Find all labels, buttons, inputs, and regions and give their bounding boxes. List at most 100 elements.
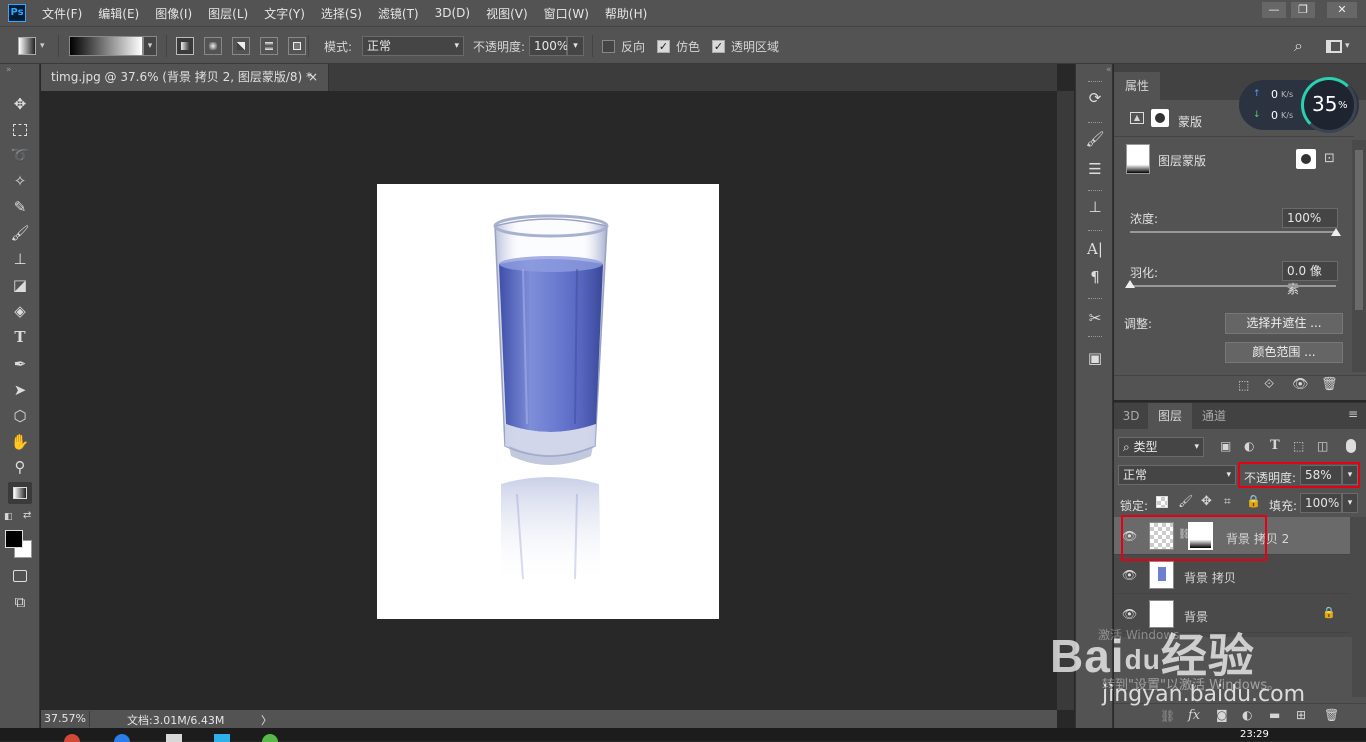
menu-3d[interactable]: 3D(D) (427, 6, 478, 20)
type-tool-icon[interactable]: T (8, 326, 32, 348)
menu-select[interactable]: 选择(S) (313, 5, 370, 22)
gradient-tool-icon[interactable] (8, 482, 32, 504)
menu-filter[interactable]: 滤镜(T) (370, 5, 427, 22)
fill-dropdown[interactable]: ▾ (1342, 493, 1358, 513)
navigator-icon[interactable]: ▣ (1084, 347, 1106, 369)
filter-type-icon[interactable]: T (1270, 438, 1280, 453)
lock-artboard-icon[interactable]: ⌗ (1224, 494, 1231, 509)
panel-collapse-icon[interactable]: » (6, 65, 12, 75)
eye-icon[interactable]: 👁 (1292, 377, 1309, 392)
panel-menu-icon[interactable]: ≡ (1348, 407, 1358, 421)
transparency-option[interactable]: ✓ 透明区域 (712, 27, 779, 65)
paragraph-icon[interactable]: ¶ (1084, 266, 1106, 288)
density-slider-thumb[interactable] (1331, 228, 1341, 236)
lock-transparent-icon[interactable] (1156, 496, 1168, 508)
load-selection-icon[interactable]: ⬚ (1238, 378, 1249, 392)
dither-option[interactable]: ✓ 仿色 (657, 27, 700, 65)
radial-gradient-icon[interactable] (204, 37, 222, 55)
screen-mode-icon[interactable]: ⧉ (8, 591, 32, 613)
mode-select[interactable]: 正常 ▾ (362, 36, 464, 56)
gradient-picker[interactable]: ▾ (69, 27, 157, 65)
reverse-option[interactable]: 反向 (602, 27, 645, 65)
filter-shape-icon[interactable]: ⬚ (1293, 439, 1304, 453)
tab-close-icon[interactable]: × (308, 64, 318, 90)
search-icon[interactable]: ⌕ (1294, 27, 1303, 65)
shape-tool-icon[interactable]: ⬡ (8, 405, 32, 427)
foreground-color-swatch[interactable] (5, 530, 23, 548)
mask-icon[interactable] (1151, 109, 1169, 127)
filter-pixel-icon[interactable]: ▣ (1220, 439, 1231, 453)
lasso-tool-icon[interactable]: ➰ (8, 144, 32, 166)
layer-filter-select[interactable]: ⌕ 类型 ▾ (1118, 437, 1204, 457)
default-colors-icon[interactable]: ◧ (4, 512, 13, 522)
transparency-checkbox[interactable]: ✓ (712, 39, 725, 53)
visibility-eye-icon[interactable]: 👁 (1122, 607, 1137, 621)
linear-gradient-icon[interactable] (176, 37, 194, 55)
minimize-button[interactable]: — (1262, 2, 1286, 18)
path-selection-tool-icon[interactable]: ➤ (8, 379, 32, 401)
brush-tool-icon[interactable]: 🖌 (8, 222, 32, 244)
character-icon[interactable]: A| (1084, 238, 1106, 260)
color-range-button[interactable]: 颜色范围 ... (1225, 342, 1343, 363)
tools-icon[interactable]: ✂ (1084, 307, 1106, 329)
feather-input[interactable]: 0.0 像素 (1282, 261, 1338, 296)
menu-image[interactable]: 图像(I) (147, 5, 200, 22)
fill-input[interactable]: 100% (1300, 493, 1342, 513)
brush-settings-icon[interactable]: 🖌 (1084, 128, 1106, 150)
tab-properties[interactable]: 属性 (1114, 72, 1160, 100)
blend-mode-select[interactable]: 正常 ▾ (1118, 465, 1236, 485)
select-layer-mask-icon[interactable] (1296, 149, 1316, 169)
panel-collapse-icon[interactable]: « (1106, 65, 1112, 75)
magic-wand-tool-icon[interactable]: ✧ (8, 170, 32, 192)
menu-help[interactable]: 帮助(H) (597, 5, 655, 22)
eraser-tool-icon[interactable]: ◪ (8, 274, 32, 296)
tab-channels[interactable]: 通道 (1192, 403, 1236, 429)
layer-row[interactable]: 👁 背景 拷贝 (1114, 556, 1350, 594)
trash-icon[interactable]: 🗑 (1321, 377, 1338, 392)
eyedropper-tool-icon[interactable]: ✎ (8, 196, 32, 218)
zoom-tool-icon[interactable]: ⚲ (8, 456, 32, 478)
tab-layers[interactable]: 图层 (1148, 403, 1192, 429)
reflected-gradient-icon[interactable] (260, 37, 278, 55)
filter-toggle-icon[interactable] (1346, 439, 1356, 453)
vector-mask-icon[interactable]: ⊡ (1324, 151, 1335, 166)
filter-adjustment-icon[interactable]: ◐ (1244, 439, 1254, 453)
tab-3d[interactable]: 3D (1114, 403, 1148, 429)
angle-gradient-icon[interactable] (232, 37, 250, 55)
feather-slider-thumb[interactable] (1125, 280, 1135, 288)
menu-view[interactable]: 视图(V) (478, 5, 536, 22)
menu-file[interactable]: 文件(F) (34, 5, 90, 22)
density-slider[interactable] (1130, 231, 1336, 233)
move-tool-icon[interactable]: ✥ (8, 93, 32, 115)
marquee-tool-icon[interactable] (8, 119, 32, 141)
reverse-checkbox[interactable] (602, 39, 615, 53)
workspace-switcher[interactable]: ▾ (1326, 27, 1350, 65)
document-canvas[interactable] (377, 184, 719, 619)
close-button[interactable]: ✕ (1327, 2, 1357, 18)
quick-mask-icon[interactable] (8, 565, 32, 587)
menu-layer[interactable]: 图层(L) (200, 5, 256, 22)
zoom-level[interactable]: 37.57% (44, 712, 86, 725)
hand-tool-icon[interactable]: ✋ (8, 431, 32, 453)
history-icon[interactable]: ⟳ (1084, 87, 1106, 109)
opacity-dropdown[interactable]: ▾ (567, 36, 584, 56)
swap-colors-icon[interactable]: ⇄ (23, 510, 31, 521)
taskbar-clock[interactable]: 23:29 (1240, 730, 1269, 740)
menu-edit[interactable]: 编辑(E) (90, 5, 147, 22)
stamp-tool-icon[interactable]: ⊥ (8, 248, 32, 270)
feather-slider[interactable] (1130, 285, 1336, 287)
restore-button[interactable]: ❐ (1291, 2, 1315, 18)
lock-pixels-icon[interactable]: 🖌 (1178, 494, 1193, 508)
pixel-mask-icon[interactable]: ▲ (1130, 112, 1144, 124)
menu-window[interactable]: 窗口(W) (536, 5, 597, 22)
adjustments-icon[interactable]: ☰ (1084, 158, 1106, 180)
select-and-mask-button[interactable]: 选择并遮住 ... (1225, 313, 1343, 334)
pen-tool-icon[interactable]: ✒ (8, 353, 32, 375)
menu-type[interactable]: 文字(Y) (256, 5, 313, 22)
opacity-input[interactable]: 100% (529, 36, 568, 56)
gradient-tool-preset[interactable]: ▾ (18, 27, 45, 65)
diamond-gradient-icon[interactable] (288, 37, 306, 55)
density-input[interactable]: 100% (1282, 208, 1338, 228)
filter-smart-object-icon[interactable]: ◫ (1317, 439, 1328, 453)
document-tab[interactable]: timg.jpg @ 37.6% (背景 拷贝 2, 图层蒙版/8) * × (41, 64, 329, 91)
